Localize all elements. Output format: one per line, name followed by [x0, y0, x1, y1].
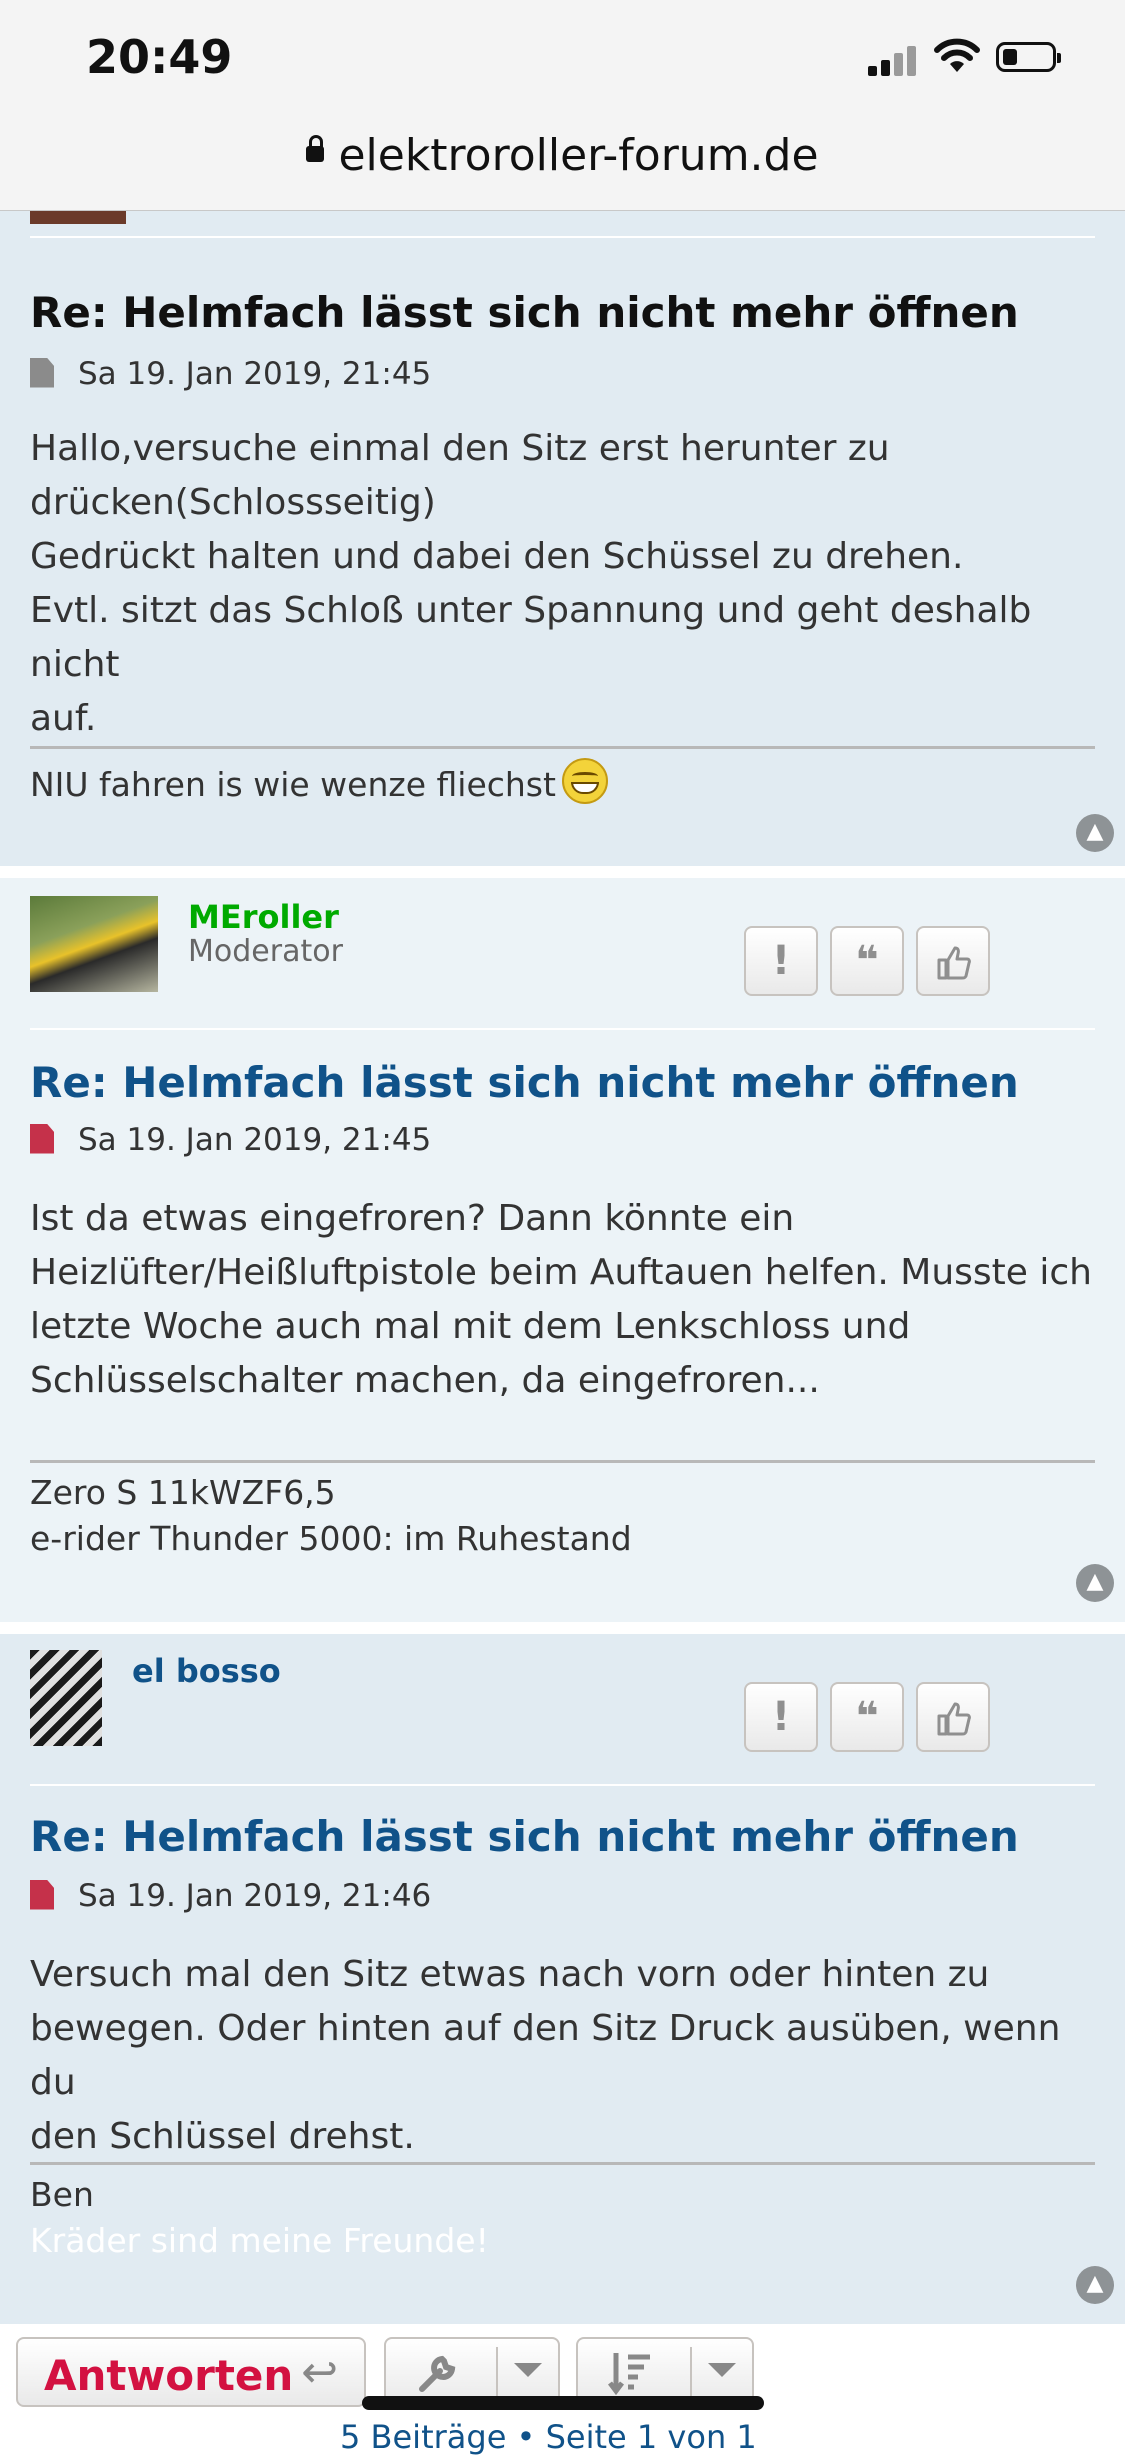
address-bar[interactable]: elektroroller-forum.de: [0, 130, 1125, 181]
post-content: Versuch mal den Sitz etwas nach vorn ode…: [30, 1954, 1061, 2157]
post-2: MEroller Moderator ! ❝ Re: Helmfach läss…: [0, 878, 1125, 1622]
lock-icon: [306, 135, 325, 162]
caret-down-icon: [514, 2363, 542, 2377]
home-indicator[interactable]: [362, 2396, 764, 2410]
post-title[interactable]: Re: Helmfach lässt sich nicht mehr öffne…: [30, 1812, 1019, 1861]
post-content: Hallo,versuche einmal den Sitz erst heru…: [30, 428, 1032, 739]
post-content: Ist da etwas eingefroren? Dann könnte ei…: [30, 1198, 1092, 1401]
report-button[interactable]: !: [744, 926, 818, 996]
reply-arrow-icon: ↩: [301, 2347, 338, 2398]
post-signature: NIU fahren is wie wenze fliechst: [30, 757, 608, 810]
pagination-text: 5 Beiträge • Seite 1 von 1: [340, 2418, 757, 2456]
author-rank: Moderator: [188, 934, 343, 969]
post-title[interactable]: Re: Helmfach lässt sich nicht mehr öffne…: [30, 1058, 1019, 1107]
browser-top-bar: 20:49 elektroroller-forum.de: [0, 0, 1125, 211]
post-separator: [30, 1784, 1095, 1786]
smiley-icon: [561, 757, 608, 804]
battery-icon: [996, 42, 1061, 72]
back-to-top-icon[interactable]: ▲: [1076, 814, 1114, 852]
reply-button[interactable]: Antworten ↩: [16, 2337, 366, 2407]
author-name[interactable]: el bosso: [132, 1652, 281, 1690]
document-icon: [30, 1123, 54, 1154]
author-name[interactable]: MEroller: [188, 898, 339, 936]
like-button[interactable]: [916, 926, 990, 996]
thumbs-up-icon: [937, 1702, 971, 1736]
quote-button[interactable]: ❝: [830, 926, 904, 996]
post-1: Re: Helmfach lässt sich nicht mehr öffne…: [0, 120, 1125, 866]
back-to-top-icon[interactable]: ▲: [1076, 1564, 1114, 1602]
thumbs-up-icon: [937, 946, 971, 980]
signature-divider: [30, 746, 1095, 749]
post-3: el bosso ! ❝ Re: Helmfach lässt sich nic…: [0, 1634, 1125, 2324]
post-title[interactable]: Re: Helmfach lässt sich nicht mehr öffne…: [30, 288, 1019, 337]
wrench-icon: [419, 2355, 456, 2392]
status-time: 20:49: [86, 30, 233, 84]
post-date: Sa 19. Jan 2019, 21:45: [30, 1122, 431, 1158]
cellular-signal-icon: [868, 44, 916, 76]
domain-label: elektroroller-forum.de: [338, 130, 819, 181]
post-signature: Ben Kräder sind meine Freunde!: [30, 2175, 489, 2260]
quote-button[interactable]: ❝: [830, 1682, 904, 1752]
signature-divider: [30, 1460, 1095, 1463]
report-button[interactable]: !: [744, 1682, 818, 1752]
sort-icon: [608, 2353, 650, 2395]
like-button[interactable]: [916, 1682, 990, 1752]
post-date: Sa 19. Jan 2019, 21:46: [30, 1878, 431, 1914]
back-to-top-icon[interactable]: ▲: [1076, 2266, 1114, 2304]
post-separator: [30, 236, 1095, 238]
wifi-icon: [934, 38, 980, 72]
avatar[interactable]: [30, 896, 158, 992]
document-icon: [30, 357, 54, 388]
post-date: Sa 19. Jan 2019, 21:45: [30, 356, 431, 392]
signature-divider: [30, 2162, 1095, 2165]
avatar[interactable]: [30, 1650, 102, 1746]
post-separator: [30, 1028, 1095, 1030]
button-divider: [690, 2347, 692, 2399]
post-signature: Zero S 11kWZF6,5 e-rider Thunder 5000: i…: [30, 1473, 632, 1558]
button-divider: [496, 2347, 498, 2399]
reply-label: Antworten: [44, 2351, 294, 2400]
document-icon: [30, 1879, 54, 1910]
caret-down-icon: [708, 2363, 736, 2377]
